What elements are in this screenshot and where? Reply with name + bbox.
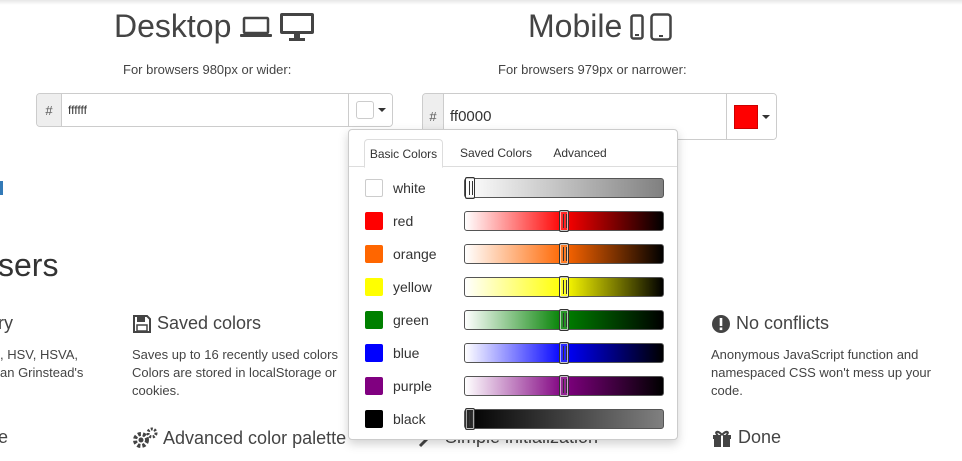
done-title: Done	[711, 427, 781, 448]
shade-slider-red[interactable]	[464, 210, 664, 232]
link-fragment	[0, 181, 3, 195]
mobile-subtitle: For browsers 979px or narrower:	[498, 62, 687, 77]
text-line: Saves up to 16 recently used colors	[132, 347, 338, 362]
desktop-subtitle: For browsers 980px or wider:	[123, 62, 292, 77]
done-label: Done	[738, 427, 782, 447]
laptop-icon	[240, 16, 273, 37]
text-line: , HSV, HSVA,	[0, 347, 79, 362]
saved-colors-title: Saved colors	[132, 313, 261, 334]
advanced-palette-title: Advanced color palette	[132, 427, 346, 449]
color-row-white: white	[349, 176, 677, 200]
caret-down-icon	[761, 114, 770, 119]
gift-icon	[713, 430, 731, 447]
color-row-purple: purple	[349, 374, 677, 398]
color-name: yellow	[393, 279, 432, 295]
slider-thumb[interactable]	[465, 408, 475, 430]
shade-slider-orange[interactable]	[464, 243, 664, 265]
color-swatch-orange[interactable]	[365, 245, 383, 263]
color-row-red: red	[349, 209, 677, 233]
shade-slider-black[interactable]	[464, 408, 664, 430]
mobile-title: Mobile	[528, 8, 623, 44]
no-conflicts-description: Anonymous JavaScript function and namesp…	[711, 346, 931, 400]
desktop-color-input-group: #	[36, 93, 393, 127]
feature-title-fragment: ry	[0, 313, 13, 333]
saved-colors-label: Saved colors	[157, 313, 262, 333]
color-swatch-white[interactable]	[365, 179, 383, 197]
top-shadow	[0, 0, 962, 5]
color-swatch-blue[interactable]	[365, 344, 383, 362]
advanced-palette-label: Advanced color palette	[163, 427, 347, 448]
slider-thumb[interactable]	[559, 210, 569, 232]
color-swatch-yellow[interactable]	[365, 278, 383, 296]
color-picker-popup: Basic Colors Saved Colors Advanced white…	[348, 129, 678, 440]
text-line: Anonymous JavaScript function and	[711, 347, 919, 362]
slider-thumb[interactable]	[559, 342, 569, 364]
color-swatch-black[interactable]	[365, 410, 383, 428]
exclamation-circle-icon	[712, 314, 730, 333]
color-row-blue: blue	[349, 341, 677, 365]
desktop-heading: Desktop	[114, 8, 315, 45]
no-conflicts-label: No conflicts	[736, 313, 830, 333]
text-line: Colors are stored in localStorage or	[132, 365, 337, 380]
color-name: orange	[393, 246, 437, 262]
cogs-icon	[133, 427, 158, 448]
shade-slider-green[interactable]	[464, 309, 664, 331]
mobile-color-swatch	[733, 104, 758, 129]
color-row-green: green	[349, 308, 677, 332]
save-icon	[133, 314, 151, 333]
feature-title-fragment: e	[0, 427, 9, 447]
shade-slider-yellow[interactable]	[464, 276, 664, 298]
desktop-color-swatch	[355, 101, 374, 119]
desktop-swatch-button[interactable]	[348, 94, 392, 126]
slider-thumb[interactable]	[559, 243, 569, 265]
no-conflicts-title: No conflicts	[711, 313, 829, 334]
color-swatch-red[interactable]	[365, 212, 383, 230]
tab-advanced[interactable]: Advanced	[546, 139, 614, 167]
mobile-heading: Mobile	[528, 8, 673, 45]
tablet-icon	[650, 12, 673, 41]
color-swatch-green[interactable]	[365, 311, 383, 329]
picker-tabs: Basic Colors Saved Colors Advanced	[349, 130, 677, 168]
text-line: code.	[711, 383, 743, 398]
slider-thumb[interactable]	[559, 276, 569, 298]
caret-down-icon	[377, 108, 386, 112]
section-heading-fragment: sers	[0, 247, 59, 283]
shade-slider-purple[interactable]	[464, 375, 664, 397]
mobile-swatch-button[interactable]	[726, 94, 776, 139]
slider-thumb[interactable]	[559, 375, 569, 397]
text-line: namespaced CSS won't mess up your	[711, 365, 931, 380]
tab-saved-colors[interactable]: Saved Colors	[452, 139, 540, 167]
desktop-title: Desktop	[114, 8, 232, 44]
color-name: black	[393, 411, 426, 427]
desktop-hash-addon: #	[37, 94, 62, 126]
feature-text-fragment: , HSV, HSVA, an Grinstead's	[0, 346, 83, 382]
text-line: cookies.	[132, 383, 180, 398]
saved-colors-description: Saves up to 16 recently used colors Colo…	[132, 346, 338, 400]
mobile-phone-icon	[630, 13, 645, 40]
color-name: white	[393, 180, 426, 196]
color-name: green	[393, 312, 429, 328]
color-row-orange: orange	[349, 242, 677, 266]
color-name: red	[393, 213, 414, 229]
color-row-yellow: yellow	[349, 275, 677, 299]
color-name: blue	[393, 345, 420, 361]
slider-thumb[interactable]	[559, 309, 569, 331]
desktop-color-input[interactable]	[62, 94, 348, 126]
text-line: an Grinstead's	[0, 365, 84, 380]
shade-slider-white[interactable]	[464, 177, 664, 199]
color-row-black: black	[349, 407, 677, 431]
desktop-monitor-icon	[280, 12, 315, 41]
shade-slider-blue[interactable]	[464, 342, 664, 364]
color-swatch-purple[interactable]	[365, 377, 383, 395]
slider-thumb[interactable]	[465, 177, 475, 199]
color-name: purple	[393, 378, 432, 394]
tab-basic-colors[interactable]: Basic Colors	[364, 139, 443, 168]
